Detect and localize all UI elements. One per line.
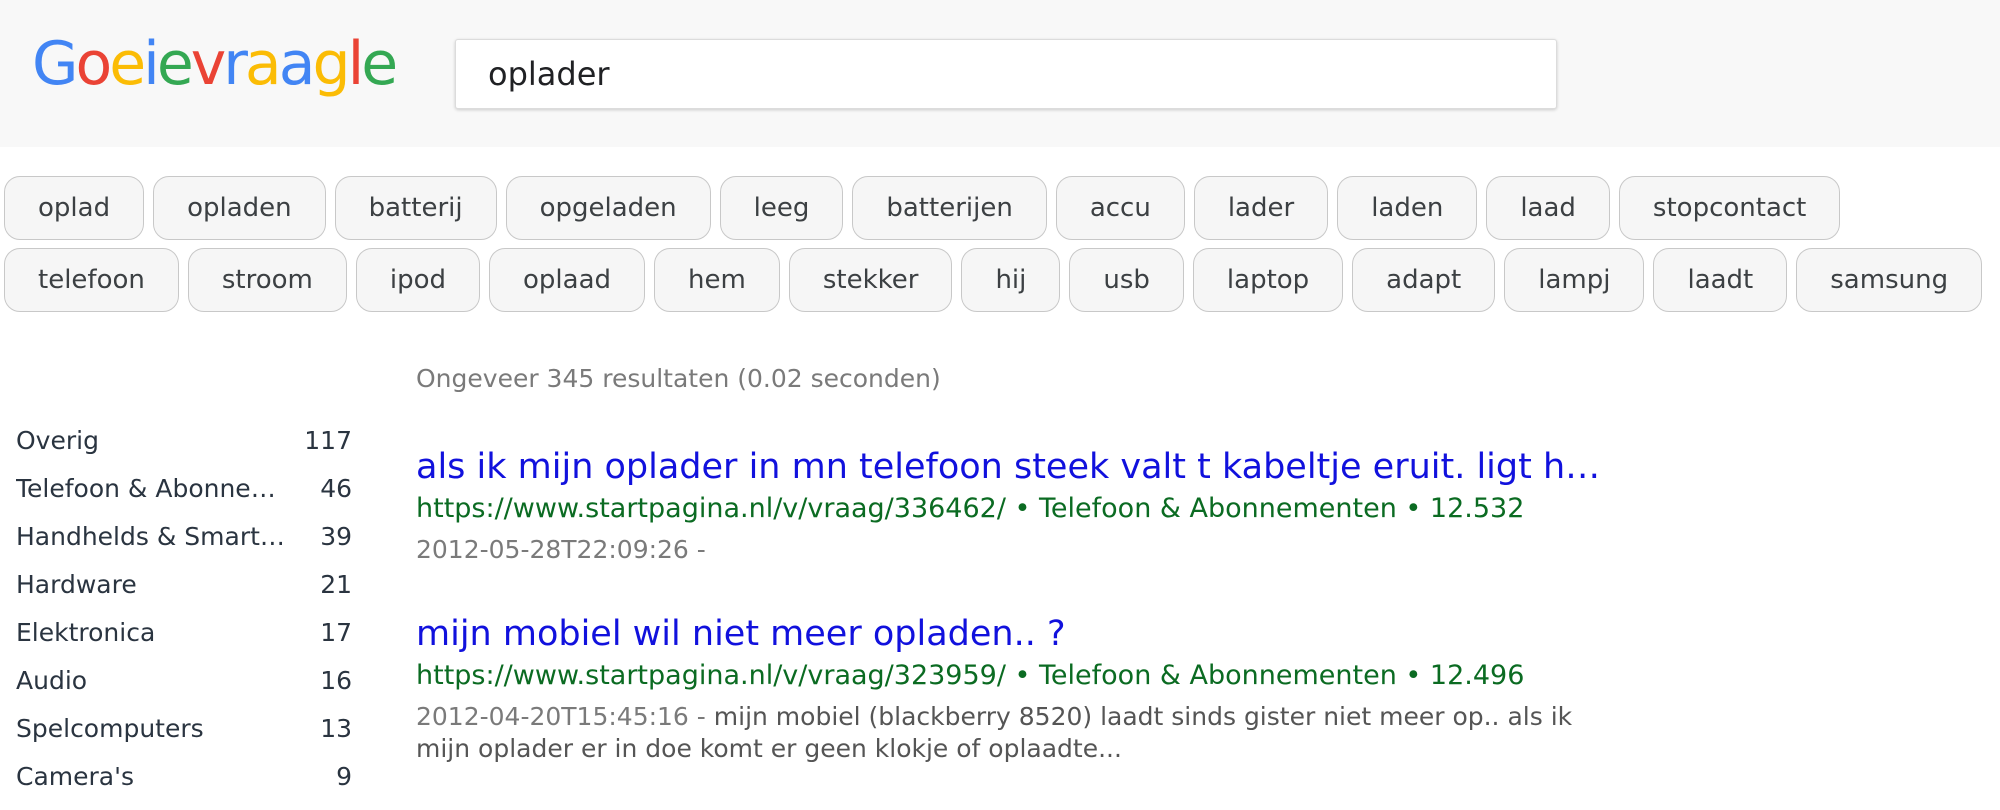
result-url: https://www.startpagina.nl/v/vraag/33646… [416, 493, 1525, 524]
header-bar: Goeievraagle [0, 0, 2000, 147]
category-name: Elektronica [16, 618, 156, 647]
related-term-chip[interactable]: stopcontact [1618, 176, 1841, 240]
related-term-chip[interactable]: opgeladen [505, 176, 711, 240]
category-count: 13 [320, 714, 352, 743]
logo-letter: a [278, 29, 316, 99]
category-item[interactable]: Overig 117 [16, 426, 352, 474]
category-count: 117 [304, 426, 352, 455]
related-term-chip[interactable]: leeg [719, 176, 844, 240]
related-term-chip[interactable]: stekker [788, 248, 953, 312]
site-logo[interactable]: Goeievraagle [32, 29, 398, 99]
related-term-chip[interactable]: samsung [1796, 248, 1983, 312]
related-term-chip[interactable]: laadt [1653, 248, 1788, 312]
category-name: Camera's [16, 762, 135, 791]
result-date: 2012-04-20T15:45:16 - [416, 702, 706, 731]
logo-letter: v [190, 29, 226, 99]
category-filter-sidebar: Overig 117Telefoon & Abonnementen 46 Handhe… [16, 426, 352, 810]
result-title-link[interactable]: als ik mijn oplader in mn telefoon steek… [416, 444, 1606, 490]
logo-letter: G [32, 29, 78, 99]
related-term-chip[interactable]: hem [654, 248, 780, 312]
logo-letter: i [143, 29, 160, 99]
related-term-chip[interactable]: oplaad [489, 248, 646, 312]
related-term-chip[interactable]: usb [1069, 248, 1184, 312]
related-term-chip[interactable]: accu [1055, 176, 1185, 240]
category-name: Handhelds & Smartphones [16, 522, 298, 551]
related-term-chip[interactable]: laptop [1192, 248, 1344, 312]
category-count: 16 [320, 666, 352, 695]
related-terms-row-2: telefoon stroom ipod oplaad hem stekker hij usb… [4, 248, 1983, 312]
category-item[interactable]: Hardware 21 [16, 570, 352, 618]
category-item[interactable]: Spelcomputers 13 [16, 714, 352, 762]
related-term-chip[interactable]: adapt [1352, 248, 1496, 312]
related-term-chip[interactable]: laad [1486, 176, 1610, 240]
result-stats: Ongeveer 345 resultaten (0.02 seconden) [416, 364, 941, 393]
logo-letter: e [109, 29, 146, 99]
related-term-chip[interactable]: lampj [1504, 248, 1645, 312]
category-count: 46 [320, 474, 352, 503]
search-input[interactable] [455, 39, 1557, 109]
category-name: Overig [16, 426, 99, 455]
category-item[interactable]: Handhelds & Smartphones 39 [16, 522, 352, 570]
category-count: 17 [320, 618, 352, 647]
related-term-chip[interactable]: telefoon [4, 248, 179, 312]
logo-letter: r [223, 29, 248, 99]
category-count: 39 [320, 522, 352, 551]
category-item[interactable]: Elektronica 17 [16, 618, 352, 666]
related-term-chip[interactable]: batterijen [852, 176, 1047, 240]
related-terms-row-1: oplad opladen batterij opgeladen leeg batteri… [4, 176, 1841, 240]
category-name: Hardware [16, 570, 137, 599]
related-term-chip[interactable]: ipod [355, 248, 480, 312]
category-item[interactable]: Audio 16 [16, 666, 352, 714]
category-item[interactable]: Camera's 9 [16, 762, 352, 810]
category-name: Spelcomputers [16, 714, 204, 743]
related-term-chip[interactable]: oplad [4, 176, 145, 240]
result-date: 2012-05-28T22:09:26 - [416, 535, 706, 564]
category-count: 9 [336, 762, 352, 791]
related-term-chip[interactable]: laden [1337, 176, 1478, 240]
logo-letter: l [347, 29, 365, 99]
category-name: Telefoon & Abonnementen [16, 474, 298, 503]
result-snippet: 2012-04-20T15:45:16 - mijn mobiel (black… [416, 701, 1606, 765]
result-snippet: 2012-05-28T22:09:26 - [416, 534, 1606, 566]
related-term-chip[interactable]: stroom [187, 248, 347, 312]
search-result: mijn mobiel wil niet meer opladen.. ? ht… [416, 611, 1606, 765]
related-term-chip[interactable]: lader [1193, 176, 1329, 240]
logo-letter: g [312, 29, 350, 99]
logo-letter: e [156, 29, 194, 99]
category-item[interactable]: Telefoon & Abonnementen 46 [16, 474, 352, 522]
category-count: 21 [320, 570, 352, 599]
logo-letter: e [361, 29, 398, 99]
related-term-chip[interactable]: opladen [153, 176, 326, 240]
result-url: https://www.startpagina.nl/v/vraag/32395… [416, 660, 1525, 691]
category-name: Audio [16, 666, 88, 695]
result-title-link[interactable]: mijn mobiel wil niet meer opladen.. ? [416, 611, 1606, 657]
logo-letter: a [244, 29, 282, 99]
logo-letter: o [75, 29, 113, 99]
related-term-chip[interactable]: batterij [334, 176, 497, 240]
search-result: als ik mijn oplader in mn telefoon steek… [416, 444, 1606, 566]
related-term-chip[interactable]: hij [961, 248, 1061, 312]
